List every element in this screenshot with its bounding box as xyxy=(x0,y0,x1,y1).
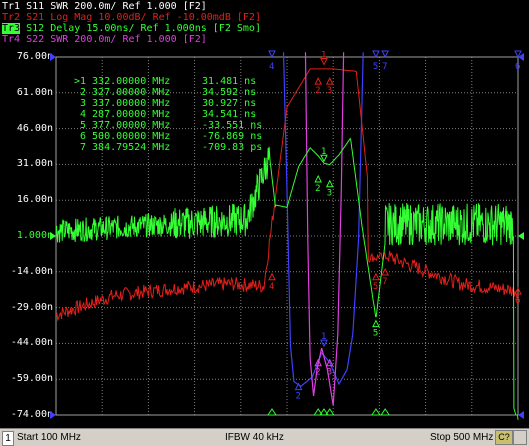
marker-freq: 500.00000 MHz xyxy=(92,131,171,142)
status-bar: 1 Start 100 MHz IFBW 40 kHz Stop 500 MHz… xyxy=(0,428,529,446)
marker-freq: 332.00000 MHz xyxy=(92,76,171,87)
ref-marker-bottom-right xyxy=(518,411,524,419)
trace-s22 xyxy=(304,52,345,406)
marker-label: 2 xyxy=(315,184,320,194)
marker-freq: 337.00000 MHz xyxy=(92,98,171,109)
marker-row[interactable]: 2 327.00000 MHz 34.592 ns xyxy=(64,87,282,98)
marker-id: 6 xyxy=(79,131,86,142)
marker-row[interactable]: 4 287.00000 MHz 34.541 ns xyxy=(64,109,282,120)
marker-label: 6 xyxy=(515,62,520,72)
marker-label: 4 xyxy=(269,282,274,292)
marker-position-indicator xyxy=(371,408,381,416)
marker-row[interactable]: 5 377.00000 MHz -33.551 ns xyxy=(64,120,282,131)
marker-triangle xyxy=(314,76,322,85)
reference-level-marker-left xyxy=(50,232,56,240)
marker-id: 7 xyxy=(79,142,86,153)
marker-id: 5 xyxy=(79,120,86,131)
marker-value: 34.592 ns xyxy=(202,87,257,98)
marker-label: 5 xyxy=(373,282,378,292)
marker-value: 30.927 ns xyxy=(202,98,257,109)
ref-marker-bottom-left xyxy=(50,411,56,419)
marker-freq: 287.00000 MHz xyxy=(92,109,171,120)
marker-label: 7 xyxy=(382,277,387,287)
marker-row[interactable]: 6 500.00000 MHz -76.869 ns xyxy=(64,131,282,142)
marker-triangle xyxy=(325,179,334,188)
marker-triangle xyxy=(372,272,380,281)
marker-triangle xyxy=(314,174,322,183)
marker-label: 3 xyxy=(327,86,332,96)
marker-label: 1 xyxy=(321,51,326,61)
marker-value: -76.869 ns xyxy=(202,131,263,142)
marker-label: 2 xyxy=(315,368,320,378)
marker-label: 5 xyxy=(373,329,378,339)
marker-label: 2 xyxy=(315,86,320,96)
marker-label: 1 xyxy=(321,332,326,342)
marker-value: 31.481 ns xyxy=(202,76,257,87)
marker-triangle xyxy=(372,50,380,59)
marker-label: 2 xyxy=(296,392,301,402)
marker-freq: 377.00000 MHz xyxy=(92,120,171,131)
vna-window: Tr1 S11 SWR 200.0m/ Ref 1.000 [F2] Tr2 S2… xyxy=(0,0,529,446)
marker-freq: 384.79524 MHz xyxy=(92,142,171,153)
marker-id: 4 xyxy=(79,109,86,120)
marker-row[interactable]: >1 332.00000 MHz 31.481 ns xyxy=(64,76,282,87)
reference-level-marker-right xyxy=(518,232,524,240)
marker-id: >1 xyxy=(73,76,86,87)
ifbw-label[interactable]: IFBW 40 kHz xyxy=(225,431,284,444)
marker-label: 7 xyxy=(382,62,387,72)
marker-label: 3 xyxy=(327,368,332,378)
marker-position-indicator xyxy=(380,408,391,416)
marker-id: 3 xyxy=(79,98,86,109)
marker-value: 34.541 ns xyxy=(202,109,257,120)
status-toggle-button[interactable] xyxy=(513,430,527,445)
marker-triangle xyxy=(372,319,380,328)
start-frequency[interactable]: Start 100 MHz xyxy=(17,431,81,444)
marker-value: -33.551 ns xyxy=(202,120,263,131)
marker-position-indicator xyxy=(267,408,277,416)
ref-marker-top-left xyxy=(50,53,56,61)
stop-frequency[interactable]: Stop 500 MHz xyxy=(430,431,493,444)
marker-triangle xyxy=(381,50,389,59)
marker-triangle xyxy=(325,76,334,85)
marker-label: 3 xyxy=(327,189,332,199)
marker-freq: 327.00000 MHz xyxy=(92,87,171,98)
marker-position-indicator xyxy=(324,408,335,416)
marker-triangle xyxy=(268,50,276,59)
marker-row[interactable]: 7 384.79524 MHz -709.83 ps xyxy=(64,142,282,153)
marker-label: 4 xyxy=(269,62,274,72)
marker-label: 6 xyxy=(515,296,520,306)
trace-plot[interactable]: 4 5 7 612 312 34 5 75612 32 xyxy=(0,0,529,428)
calibration-status-button[interactable]: C? xyxy=(495,430,513,445)
marker-value: -709.83 ps xyxy=(202,142,263,153)
channel-number[interactable]: 1 xyxy=(2,431,14,446)
marker-label: 1 xyxy=(321,147,326,157)
marker-row[interactable]: 3 337.00000 MHz 30.927 ns xyxy=(64,98,282,109)
marker-label: 5 xyxy=(373,62,378,72)
marker-triangle xyxy=(268,272,276,281)
marker-id: 2 xyxy=(79,87,86,98)
